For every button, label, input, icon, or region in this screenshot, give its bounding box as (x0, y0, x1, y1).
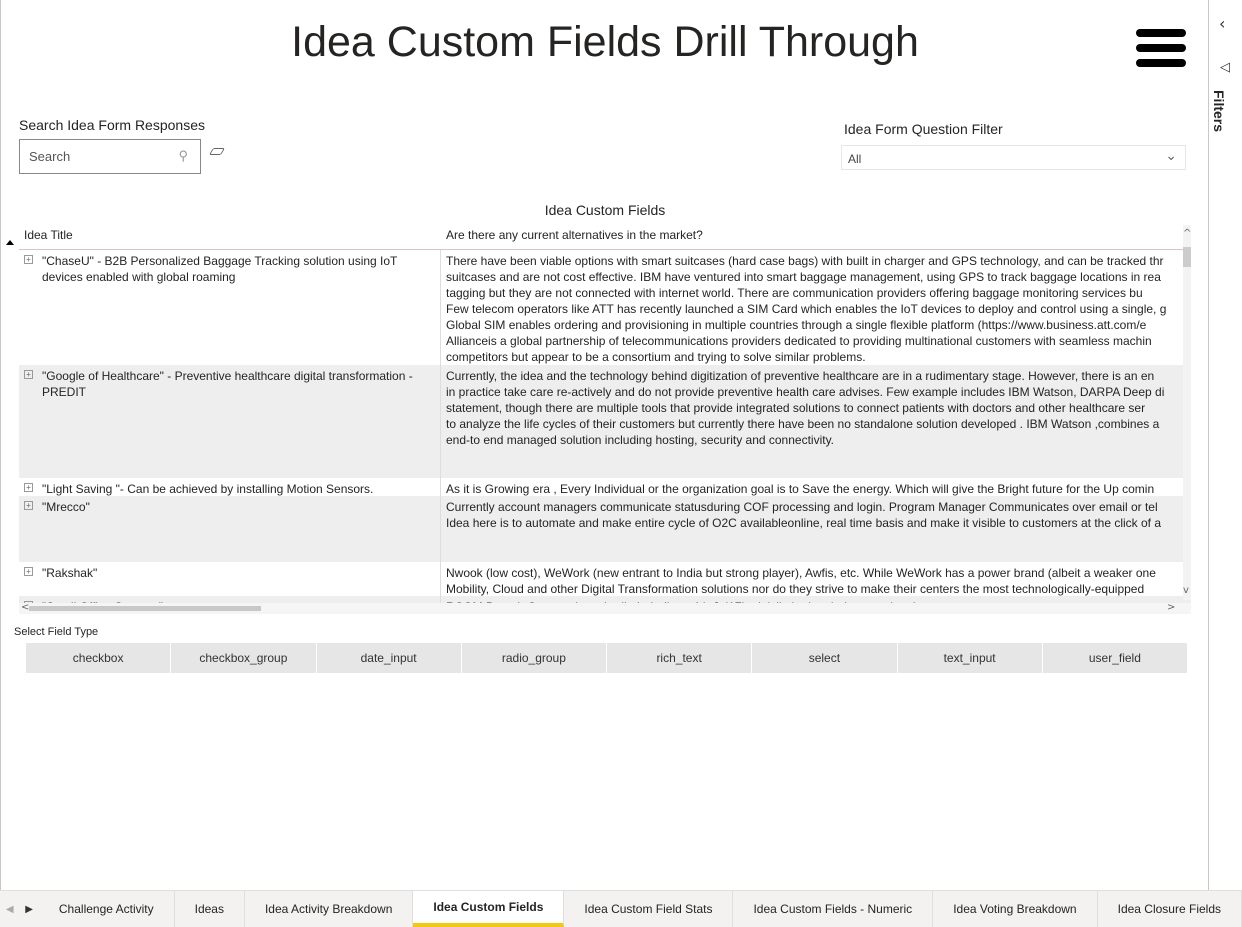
answer-line: Few telecom operators like ATT has recen… (446, 302, 1167, 316)
answer-line: tagging but they are not connected with … (446, 286, 1143, 300)
question-filter-dropdown[interactable]: All ⌄ (841, 145, 1186, 170)
table-row[interactable]: + "ChaseU" - B2B Personalized Baggage Tra… (19, 250, 1191, 365)
tab-idea-closure-fields[interactable]: Idea Closure Fields (1098, 891, 1242, 927)
table-row[interactable]: + "Light Saving "- Can be achieved by ins… (19, 478, 1191, 496)
answer-line: Global SIM enables ordering and provisio… (446, 318, 1147, 332)
answer-cell: Currently account managers communicate s… (441, 496, 1191, 562)
sort-ascending-icon (6, 240, 14, 245)
idea-title-line: devices enabled with global roaming (42, 270, 236, 284)
idea-title-cell: + "Light Saving "- Can be achieved by ins… (19, 478, 441, 496)
answer-line: end-to end managed solution including ho… (446, 433, 835, 447)
custom-fields-table: Idea Title Are there any current alterna… (19, 222, 1191, 614)
answer-line: Idea here is to automate and make entire… (446, 516, 1162, 530)
search-input[interactable]: Search ⚲ (19, 139, 201, 174)
column-header-idea-title[interactable]: Idea Title (19, 222, 441, 249)
filters-pane: ‹ ◁ Filters (1208, 0, 1242, 890)
tab-ideas[interactable]: Ideas (175, 891, 245, 927)
field-type-option-checkbox[interactable]: checkbox (26, 643, 171, 673)
next-page-icon[interactable]: ▶ (25, 904, 33, 915)
field-type-option-user-field[interactable]: user_field (1042, 643, 1187, 673)
search-icon: ⚲ (178, 148, 188, 163)
column-header-answer[interactable]: Are there any current alternatives in th… (441, 222, 708, 249)
idea-title-line: "ChaseU" - B2B Personalized Baggage Trac… (42, 254, 398, 268)
field-type-option-radio-group[interactable]: radio_group (461, 643, 606, 673)
chevron-down-icon: ⌄ (1165, 147, 1177, 163)
idea-title-cell: + "Rakshak" (19, 562, 441, 596)
expand-icon[interactable]: + (24, 370, 33, 379)
answer-line: to analyze the life cycles of their cust… (446, 417, 1160, 431)
tab-idea-custom-field-stats[interactable]: Idea Custom Field Stats (564, 891, 734, 927)
filter-icon[interactable]: ◁ (1220, 60, 1230, 75)
idea-title-cell: + "Mrecco" (19, 496, 441, 562)
answer-line: Allianceis a global partnership of telec… (446, 334, 1152, 348)
search-placeholder: Search (29, 149, 71, 164)
field-type-option-select[interactable]: select (752, 643, 897, 673)
answer-line: Currently, the idea and the technology b… (446, 369, 1155, 383)
answer-cell: As it is Growing era , Every Individual … (441, 478, 1191, 496)
eraser-icon[interactable] (208, 148, 226, 155)
idea-title-line: "Google of Healthcare" - Preventive heal… (42, 369, 413, 383)
tab-navigation: ◀ ▶ (0, 891, 39, 927)
answer-line: statement, though there are multiple too… (446, 401, 1146, 415)
hamburger-icon[interactable] (1136, 29, 1186, 74)
tab-idea-custom-fields-numeric[interactable]: Idea Custom Fields - Numeric (733, 891, 934, 927)
field-type-slicer: checkbox checkbox_group date_input radio_gr… (26, 643, 1187, 673)
expand-icon[interactable]: + (24, 501, 33, 510)
answer-line: in practice take care re-actively and do… (446, 385, 1165, 399)
search-label: Search Idea Form Responses (19, 117, 205, 133)
tab-idea-voting-breakdown[interactable]: Idea Voting Breakdown (933, 891, 1098, 927)
field-type-option-date-input[interactable]: date_input (316, 643, 461, 673)
question-filter-label: Idea Form Question Filter (844, 121, 1003, 137)
field-type-option-text-input[interactable]: text_input (897, 643, 1042, 673)
tab-challenge-activity[interactable]: Challenge Activity (39, 891, 175, 927)
answer-line: As it is Growing era , Every Individual … (446, 482, 1155, 496)
expand-icon[interactable]: + (24, 483, 33, 492)
prev-page-icon[interactable]: ◀ (6, 904, 14, 915)
answer-line: Nwook (low cost), WeWork (new entrant to… (446, 566, 1156, 580)
table-title: Idea Custom Fields (544, 202, 666, 218)
answer-line: competitors but appear to be a consortiu… (446, 350, 866, 364)
idea-title-cell: + "Google of Healthcare" - Preventive hea… (19, 365, 441, 478)
table-row[interactable]: + "Rakshak" Nwook (low cost), WeWork (new … (19, 562, 1191, 596)
field-type-option-rich-text[interactable]: rich_text (607, 643, 752, 673)
answer-line: Currently account managers communicate s… (446, 500, 1158, 514)
answer-line: Mobility, Cloud and other Digital Transf… (446, 582, 1145, 596)
tab-idea-custom-fields[interactable]: Idea Custom Fields (413, 891, 565, 927)
answer-line: suitcases and are not cost effective. IB… (446, 270, 1161, 284)
answer-line: There have been viable options with smar… (446, 254, 1164, 268)
dropdown-value: All (848, 152, 862, 166)
vertical-scrollbar[interactable]: ^ v (1183, 225, 1191, 600)
chevron-left-icon[interactable]: ‹ (1219, 14, 1225, 33)
field-type-option-checkbox-group[interactable]: checkbox_group (171, 643, 316, 673)
page-title: Idea Custom Fields Drill Through (291, 18, 919, 66)
report-canvas: Idea Custom Fields Drill Through Search … (0, 0, 1208, 890)
filters-pane-label[interactable]: Filters (1211, 90, 1227, 132)
idea-title-line: "Light Saving "- Can be achieved by inst… (42, 482, 374, 496)
idea-title-line: "Rakshak" (42, 566, 98, 580)
table-row[interactable]: + "Google of Healthcare" - Preventive hea… (19, 365, 1191, 478)
idea-title-line: "Mrecco" (42, 500, 90, 514)
horizontal-scrollbar[interactable]: < > (19, 602, 1191, 614)
expand-icon[interactable]: + (24, 255, 33, 264)
idea-title-line: PREDIT (42, 385, 87, 399)
page-tabs: ◀ ▶ Challenge Activity Ideas Idea Activity … (0, 890, 1242, 927)
tab-idea-activity-breakdown[interactable]: Idea Activity Breakdown (245, 891, 414, 927)
table-header: Idea Title Are there any current alterna… (19, 222, 1191, 250)
answer-cell: Currently, the idea and the technology b… (441, 365, 1191, 478)
answer-cell: There have been viable options with smar… (441, 250, 1191, 365)
expand-icon[interactable]: + (24, 567, 33, 576)
field-type-label: Select Field Type (14, 626, 99, 638)
table-row[interactable]: + "Mrecco" Currently account managers comm… (19, 496, 1191, 562)
answer-cell: Nwook (low cost), WeWork (new entrant to… (441, 562, 1191, 596)
idea-title-cell: + "ChaseU" - B2B Personalized Baggage Tra… (19, 250, 441, 365)
